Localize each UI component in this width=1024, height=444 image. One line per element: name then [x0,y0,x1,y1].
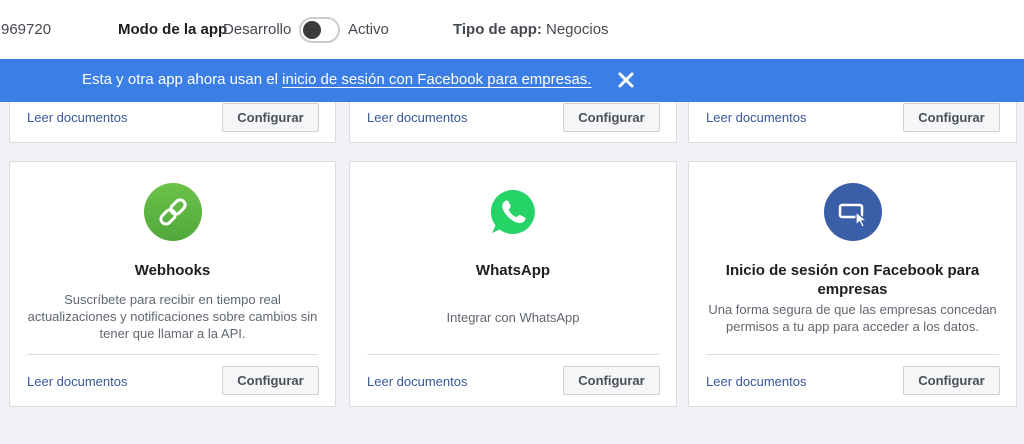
configure-button[interactable]: Configurar [563,103,660,132]
card-description: Suscríbete para recibir en tiempo real a… [27,292,318,341]
banner-text: Esta y otra app ahora usan el inicio de … [82,71,591,88]
divider [706,354,999,355]
configure-button[interactable]: Configurar [222,103,319,132]
product-card-facebook-login-business: Inicio de sesión con Facebook para empre… [688,161,1017,407]
product-card-top: Leer documentos Configurar [688,102,1017,143]
login-card-icon [823,183,882,241]
read-docs-link[interactable]: Leer documentos [706,110,806,125]
banner-link[interactable]: inicio de sesión con Facebook para empre… [282,71,591,88]
read-docs-link[interactable]: Leer documentos [27,110,127,125]
read-docs-link[interactable]: Leer documentos [367,110,467,125]
divider [367,354,659,355]
mode-active-label: Activo [348,21,389,38]
card-title: Inicio de sesión con Facebook para empre… [725,262,980,298]
card-description: Una forma segura de que las empresas con… [708,302,997,334]
app-mode-toggle[interactable] [299,17,340,43]
product-card-top: Leer documentos Configurar [349,102,677,143]
card-title: WhatsApp [475,262,551,279]
product-card-top: Leer documentos Configurar [9,102,336,143]
link-icon [143,183,202,241]
divider [27,354,318,355]
app-id: 969720 [1,21,52,38]
configure-button[interactable]: Configurar [222,366,319,395]
whatsapp-icon [484,183,542,241]
product-card-whatsapp: WhatsApp Integrar con WhatsApp Leer docu… [349,161,677,407]
app-type-value: Negocios [546,21,609,38]
product-card-webhooks: Webhooks Suscríbete para recibir en tiem… [9,161,336,407]
read-docs-link[interactable]: Leer documentos [706,374,806,389]
info-banner: Esta y otra app ahora usan el inicio de … [0,59,1024,102]
banner-message: Esta y otra app ahora usan el [82,71,278,88]
configure-button[interactable]: Configurar [903,366,1000,395]
toggle-knob [303,21,321,39]
app-mode-label: Modo de la app [118,21,228,38]
card-description: Integrar con WhatsApp [446,310,580,325]
configure-button[interactable]: Configurar [903,103,1000,132]
card-title: Webhooks [134,262,211,279]
configure-button[interactable]: Configurar [563,366,660,395]
mode-development-label: Desarrollo [223,21,292,38]
app-header: 969720 Modo de la app Desarrollo Activo … [0,0,1024,59]
close-icon[interactable] [616,70,636,90]
app-type-label: Tipo de app: [453,21,542,38]
read-docs-link[interactable]: Leer documentos [27,374,127,389]
read-docs-link[interactable]: Leer documentos [367,374,467,389]
